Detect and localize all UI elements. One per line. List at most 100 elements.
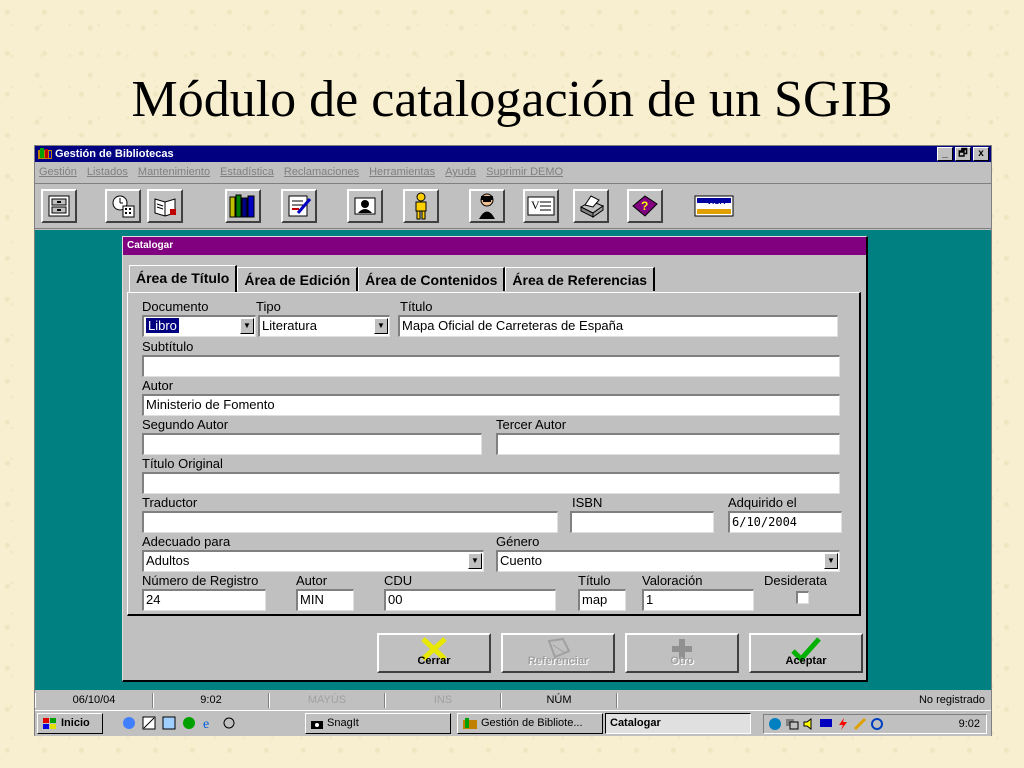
cabinet-icon bbox=[48, 195, 70, 217]
tab-panel-titulo: Documento Tipo Título Libro ▼ Literatura… bbox=[127, 292, 861, 616]
toolbar-button-person[interactable] bbox=[403, 189, 439, 223]
globe-icon[interactable] bbox=[768, 717, 782, 731]
quicklaunch-icon-3[interactable] bbox=[161, 715, 177, 731]
tray-clock: 9:02 bbox=[958, 718, 980, 730]
label-autor: Autor bbox=[142, 378, 174, 393]
ie-icon[interactable]: e bbox=[201, 715, 217, 731]
lightning-icon[interactable] bbox=[836, 717, 850, 731]
cdu-field[interactable]: 00 bbox=[384, 589, 556, 611]
traductor-field[interactable] bbox=[142, 511, 558, 533]
task-snagit[interactable]: SnagIt bbox=[305, 713, 451, 734]
quicklaunch-icon-4[interactable] bbox=[181, 715, 197, 731]
otro-button[interactable]: Otro bbox=[625, 633, 739, 673]
menu-estadistica[interactable]: Estadística bbox=[220, 166, 274, 178]
close-button[interactable]: x bbox=[973, 147, 989, 161]
tipo-select[interactable]: Literatura ▼ bbox=[258, 315, 390, 337]
toolbar-button-letter[interactable]: V bbox=[523, 189, 559, 223]
dialog-title: Catalogar bbox=[123, 237, 866, 255]
label-tipo: Tipo bbox=[256, 299, 281, 314]
calculator-icon bbox=[112, 195, 135, 218]
documento-value: Libro bbox=[146, 318, 179, 333]
chevron-down-icon[interactable]: ▼ bbox=[240, 318, 254, 334]
cerrar-button[interactable]: Cerrar bbox=[377, 633, 491, 673]
start-button[interactable]: Inicio bbox=[37, 713, 103, 734]
label-segundo-autor: Segundo Autor bbox=[142, 417, 229, 432]
tab-area-referencias[interactable]: Área de Referencias bbox=[505, 267, 656, 291]
referenciar-label: Referenciar bbox=[527, 655, 589, 667]
menu-mantenimiento[interactable]: Mantenimiento bbox=[138, 166, 210, 178]
documento-select[interactable]: Libro ▼ bbox=[142, 315, 256, 337]
minimize-button[interactable]: _ bbox=[937, 147, 953, 161]
chevron-down-icon[interactable]: ▼ bbox=[374, 318, 388, 334]
titulo-field[interactable]: Mapa Oficial de Carreteras de España bbox=[398, 315, 838, 337]
autor-field[interactable]: Ministerio de Fomento bbox=[142, 394, 840, 416]
menu-reclamaciones[interactable]: Reclamaciones bbox=[284, 166, 359, 178]
menu-suprimir-demo[interactable]: Suprimir DEMO bbox=[486, 166, 563, 178]
toolbar-button-calculator[interactable] bbox=[105, 189, 141, 223]
quicklaunch-icon-1[interactable] bbox=[121, 715, 137, 731]
label-adecuado: Adecuado para bbox=[142, 534, 231, 549]
task-catalogar[interactable]: Catalogar bbox=[605, 713, 751, 734]
quicklaunch-icon-6[interactable] bbox=[221, 715, 237, 731]
subtitulo-field[interactable] bbox=[142, 355, 840, 377]
toolbar-button-visa[interactable]: VISA bbox=[693, 189, 735, 223]
tercer-autor-field[interactable] bbox=[496, 433, 840, 455]
toolbar-button-help[interactable]: ? bbox=[627, 189, 663, 223]
status-time: 9:02 bbox=[153, 693, 269, 708]
toolbar-button-reader[interactable] bbox=[147, 189, 183, 223]
genero-select[interactable]: Cuento ▼ bbox=[496, 550, 840, 572]
status-registro: No registrado bbox=[617, 693, 989, 708]
menu-herramientas[interactable]: Herramientas bbox=[369, 166, 435, 178]
toolbar-button-write[interactable] bbox=[281, 189, 317, 223]
book-reader-icon bbox=[154, 198, 176, 217]
monitor-icon[interactable] bbox=[819, 717, 833, 731]
toolbar-button-user[interactable] bbox=[469, 189, 505, 223]
aceptar-button[interactable]: Aceptar bbox=[749, 633, 863, 673]
status-bar: 06/10/04 9:02 MAYÚS INS NÚM No registrad… bbox=[35, 692, 991, 709]
num-registro-field[interactable]: 24 bbox=[142, 589, 266, 611]
chevron-down-icon[interactable]: ▼ bbox=[824, 553, 838, 569]
menu-ayuda[interactable]: Ayuda bbox=[445, 166, 476, 178]
person-card-icon bbox=[354, 197, 376, 215]
quicklaunch-icon-2[interactable] bbox=[141, 715, 157, 731]
tab-area-edicion[interactable]: Área de Edición bbox=[237, 267, 359, 291]
tab-area-contenidos[interactable]: Área de Contenidos bbox=[358, 267, 506, 291]
pen-icon[interactable] bbox=[853, 717, 867, 731]
desiderata-checkbox[interactable] bbox=[796, 591, 809, 604]
label-traductor: Traductor bbox=[142, 495, 198, 510]
segundo-autor-field[interactable] bbox=[142, 433, 482, 455]
label-autor-corto: Autor bbox=[296, 573, 328, 588]
toolbar-button-books[interactable] bbox=[225, 189, 261, 223]
restore-button[interactable]: 🗗 bbox=[955, 147, 971, 161]
titulo-original-field[interactable] bbox=[142, 472, 840, 494]
menu-listados[interactable]: Listados bbox=[87, 166, 128, 178]
task-label: Gestión de Bibliote... bbox=[481, 717, 583, 729]
isbn-field[interactable] bbox=[570, 511, 714, 533]
toolbar-button-printer[interactable] bbox=[573, 189, 609, 223]
tab-area-titulo[interactable]: Área de Título bbox=[129, 265, 238, 292]
refresh-icon[interactable] bbox=[870, 717, 884, 731]
referenciar-button[interactable]: Referenciar bbox=[501, 633, 615, 673]
writing-icon bbox=[288, 195, 312, 217]
speaker-icon[interactable] bbox=[802, 717, 816, 731]
titulo-corto-field[interactable]: map bbox=[578, 589, 626, 611]
visa-label: VISA bbox=[707, 197, 726, 206]
adecuado-select[interactable]: Adultos ▼ bbox=[142, 550, 484, 572]
network-icon[interactable] bbox=[785, 717, 799, 731]
window-titlebar[interactable]: Gestión de Bibliotecas _ 🗗 x bbox=[35, 146, 991, 162]
toolbar-button-person-card[interactable] bbox=[347, 189, 383, 223]
start-label: Inicio bbox=[61, 717, 90, 729]
menu-gestion[interactable]: Gestión bbox=[39, 166, 77, 178]
app-window: Gestión de Bibliotecas _ 🗗 x Gestión Lis… bbox=[34, 145, 992, 736]
letter-icon: V bbox=[527, 196, 555, 216]
chevron-down-icon[interactable]: ▼ bbox=[468, 553, 482, 569]
adquirido-field[interactable]: 6/10/2004 bbox=[728, 511, 842, 533]
adecuado-value: Adultos bbox=[146, 553, 190, 568]
svg-text:V: V bbox=[531, 198, 540, 212]
system-tray: 9:02 bbox=[763, 714, 987, 734]
label-valoracion: Valoración bbox=[642, 573, 703, 588]
autor-corto-field[interactable]: MIN bbox=[296, 589, 354, 611]
toolbar-button-cabinet[interactable] bbox=[41, 189, 77, 223]
task-gestion[interactable]: Gestión de Bibliote... bbox=[457, 713, 603, 734]
valoracion-field[interactable]: 1 bbox=[642, 589, 754, 611]
